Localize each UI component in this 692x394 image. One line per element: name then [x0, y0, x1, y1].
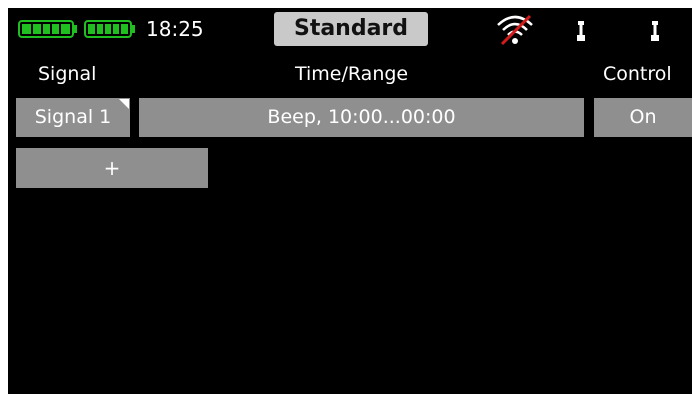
signal-label: Signal 1 [34, 106, 112, 128]
header-control: Control [603, 63, 672, 85]
control-button[interactable]: On [594, 98, 692, 137]
add-signal-button[interactable]: + [16, 148, 208, 188]
switch-icon [650, 20, 660, 42]
dropdown-corner-icon [119, 99, 129, 109]
time-range-button[interactable]: Beep, 10:00...00:00 [139, 98, 584, 137]
header-time-range: Time/Range [295, 63, 409, 85]
battery-icon [84, 20, 136, 38]
profile-button[interactable]: Standard [274, 12, 428, 46]
wifi-off-icon [494, 12, 536, 48]
switch-icon [576, 20, 586, 42]
battery-icon [18, 20, 78, 38]
display-screen: 18:25 Standard Signal Time/Range Control… [8, 8, 692, 394]
header-signal: Signal [38, 63, 97, 85]
clock-time: 18:25 [146, 17, 204, 41]
signal-select[interactable]: Signal 1 [16, 98, 130, 137]
